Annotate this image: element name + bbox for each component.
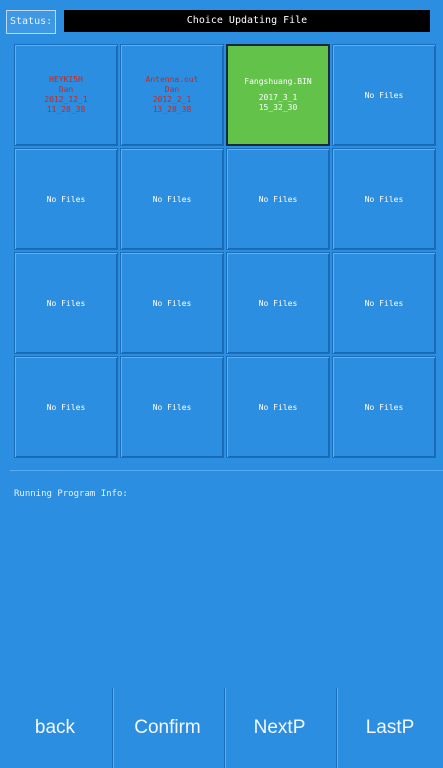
file-slot-text: Antenna.out — [145, 75, 199, 84]
bottom-button-bar: back Confirm NextP LastP — [0, 688, 443, 768]
file-slot-text: No Files — [364, 90, 404, 100]
empty-file-slot[interactable]: No Files — [120, 148, 224, 250]
program-info-label: Running Program Info: — [14, 489, 128, 499]
file-slot-text: No Files — [46, 194, 86, 204]
file-grid: HEYKI5H Dan 2012_12_1 11_28_38 Antenna.out Da… — [14, 44, 441, 462]
file-slot-text: No Files — [258, 402, 298, 412]
file-slot-text: No Files — [46, 298, 86, 308]
status-label: Status: — [6, 10, 57, 34]
file-slot-text: 15_32_30 — [258, 103, 298, 112]
file-slot-text: Dan — [58, 85, 74, 94]
file-slot-text: No Files — [364, 402, 404, 412]
empty-file-slot[interactable]: No Files — [226, 252, 330, 354]
program-info-panel: Running Program Info: — [10, 470, 443, 689]
file-slot-text: No Files — [152, 298, 192, 308]
empty-file-slot[interactable]: No Files — [226, 148, 330, 250]
empty-file-slot[interactable]: No Files — [14, 356, 118, 458]
empty-file-slot[interactable]: No Files — [332, 148, 436, 250]
file-slot-text: No Files — [258, 194, 298, 204]
empty-file-slot[interactable]: No Files — [332, 356, 436, 458]
file-slot-text: No Files — [258, 298, 298, 308]
empty-file-slot[interactable]: No Files — [120, 356, 224, 458]
file-slot-text: Dan — [164, 85, 180, 94]
status-bar: Status: Choice Updating File — [0, 0, 443, 40]
file-slot-text: 13_28_38 — [152, 105, 192, 114]
empty-file-slot[interactable]: No Files — [226, 356, 330, 458]
empty-file-slot[interactable]: No Files — [14, 148, 118, 250]
file-slot-text: Fangshuang.BIN — [244, 77, 312, 86]
file-slot-text: 2012_2_1 — [152, 95, 192, 104]
back-button[interactable]: back — [0, 688, 110, 768]
file-slot[interactable]: Fangshuang.BIN 2017_3_1 15_32_30 — [226, 44, 330, 146]
file-slot-text: 2012_12_1 — [44, 95, 88, 104]
file-slot-text: No Files — [364, 298, 404, 308]
empty-file-slot[interactable]: No Files — [332, 44, 436, 146]
confirm-button[interactable]: Confirm — [112, 688, 222, 768]
file-slot-text: No Files — [46, 402, 86, 412]
file-slot-text: No Files — [152, 402, 192, 412]
empty-file-slot[interactable]: No Files — [120, 252, 224, 354]
file-slot-text: 11_28_38 — [46, 105, 86, 114]
last-page-button[interactable]: LastP — [336, 688, 443, 768]
next-page-button[interactable]: NextP — [224, 688, 334, 768]
file-slot-text: No Files — [364, 194, 404, 204]
empty-file-slot[interactable]: No Files — [14, 252, 118, 354]
file-slot[interactable]: HEYKI5H Dan 2012_12_1 11_28_38 — [14, 44, 118, 146]
file-slot-text: No Files — [152, 194, 192, 204]
file-slot-text: HEYKI5H — [49, 75, 83, 84]
file-slot[interactable]: Antenna.out Dan 2012_2_1 13_28_38 — [120, 44, 224, 146]
file-slot-text: 2017_3_1 — [258, 93, 298, 102]
status-title: Choice Updating File — [64, 10, 430, 32]
empty-file-slot[interactable]: No Files — [332, 252, 436, 354]
